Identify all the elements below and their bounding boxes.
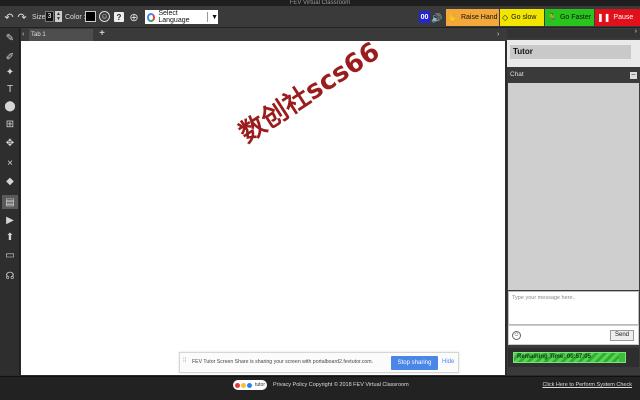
- go-slow-button[interactable]: ◇ Go slow: [500, 9, 544, 26]
- help-button[interactable]: ?: [114, 12, 124, 22]
- remaining-time-text: Remaining Time: 00:57:05: [517, 354, 591, 360]
- tutor-video-panel: Tutor: [507, 40, 640, 67]
- send-button[interactable]: Send: [610, 330, 634, 341]
- go-faster-label: Go Faster: [559, 14, 592, 21]
- chat-actions: ☺ Send: [508, 325, 639, 345]
- drag-handle-icon[interactable]: ⁞⁞: [183, 358, 187, 367]
- panel-scrollbar[interactable]: ›: [507, 28, 640, 38]
- chat-header: Chat –: [507, 69, 640, 81]
- screenshare-message: FEV Tutor Screen Share is sharing your s…: [192, 359, 374, 365]
- chat-title: Chat: [510, 71, 524, 78]
- slow-icon: ◇: [502, 13, 509, 22]
- language-select[interactable]: Select Language ▼: [145, 10, 218, 24]
- tab-bar: ‹ Tab 1 + ›: [21, 28, 507, 41]
- footer: tutor Privacy Policy Copyright © 2018 FE…: [0, 376, 640, 400]
- headset-icon[interactable]: ☊: [2, 269, 18, 283]
- zoom-icon[interactable]: ⊕: [128, 10, 140, 24]
- color-label: Color :: [65, 13, 86, 21]
- whiteboard-tools: ✎ ✐ ✦ T ⬤ ⊞ ✥ × ◆ ▤ ▶ ⬆ ▭ ☊: [0, 28, 20, 375]
- chart-icon[interactable]: ▤: [2, 195, 18, 209]
- pencil-icon[interactable]: ✎: [2, 31, 18, 45]
- upload-icon[interactable]: ⬆: [2, 230, 18, 244]
- shapes-icon[interactable]: ⬤: [2, 99, 18, 113]
- right-panel: › Tutor Chat – Type your message here.. …: [507, 28, 640, 375]
- pause-button[interactable]: ❚❚ Pause: [595, 9, 640, 26]
- tab-1[interactable]: Tab 1: [29, 29, 93, 41]
- raise-hand-button[interactable]: ✋ Raise Hand: [446, 9, 499, 26]
- timer-panel: Remaining Time: 00:57:05: [508, 348, 639, 367]
- go-slow-label: Go slow: [511, 14, 537, 21]
- screen-share-icon[interactable]: ▭: [2, 248, 18, 262]
- hide-button[interactable]: Hide: [442, 359, 454, 365]
- tutor-label: Tutor: [510, 45, 631, 59]
- footer-copyright: Privacy Policy Copyright © 2018 FEV Virt…: [273, 382, 409, 388]
- magic-wand-icon[interactable]: ✦: [2, 65, 18, 79]
- graph-icon[interactable]: ⊞: [2, 117, 18, 131]
- chevron-down-icon: ▼: [211, 13, 218, 21]
- logo-text: tutor: [255, 382, 266, 388]
- video-icon[interactable]: ▶: [2, 213, 18, 227]
- size-value[interactable]: 3: [45, 11, 54, 22]
- highlighter-icon[interactable]: ✐: [2, 50, 18, 64]
- runner-icon: 🏃: [547, 13, 557, 22]
- emoji-icon[interactable]: ☺: [512, 331, 521, 340]
- eraser-icon[interactable]: ◆: [2, 174, 18, 188]
- hand-icon: ✋: [448, 13, 458, 22]
- pause-label: Pause: [613, 14, 634, 21]
- move-icon[interactable]: ✥: [2, 136, 18, 150]
- tab-next-icon[interactable]: ›: [497, 29, 503, 40]
- screenshare-banner: ⁞⁞ FEV Tutor Screen Share is sharing you…: [179, 352, 459, 373]
- tab-prev-icon[interactable]: ‹: [22, 29, 28, 40]
- add-tab-button[interactable]: +: [97, 28, 107, 40]
- pause-icon: ❚❚: [597, 13, 611, 22]
- divider: [207, 12, 209, 22]
- google-translate-icon: [147, 12, 156, 22]
- watermark: 数创社scs66: [234, 41, 386, 150]
- color-swatch[interactable]: [85, 11, 96, 22]
- stop-sharing-button[interactable]: Stop sharing: [391, 356, 438, 370]
- logo-dot: [241, 382, 246, 388]
- language-label: Select Language: [158, 10, 190, 24]
- chat-input[interactable]: Type your message here..: [508, 291, 639, 325]
- redo-icon[interactable]: ↷: [16, 10, 28, 24]
- remaining-time-bar: Remaining Time: 00:57:05: [513, 352, 626, 363]
- scroll-arrow-icon[interactable]: ›: [635, 28, 637, 35]
- footer-logo: tutor: [233, 380, 267, 390]
- collapse-icon[interactable]: –: [630, 71, 637, 79]
- go-faster-button[interactable]: 🏃 Go Faster: [545, 9, 594, 26]
- undo-icon[interactable]: ↶: [3, 10, 15, 24]
- speaker-icon[interactable]: 🔊: [431, 11, 442, 25]
- close-icon[interactable]: ×: [2, 156, 18, 170]
- raise-hand-label: Raise Hand: [460, 14, 498, 21]
- size-stepper[interactable]: ▲ ▼: [55, 11, 62, 22]
- logo-dot: [247, 382, 252, 388]
- chat-messages: [508, 83, 639, 290]
- virtual-classroom-app: FEV Virtual Classroom ↶ ↷ Size: 3 ▲ ▼ Col…: [0, 0, 640, 400]
- student-count-badge: 00: [419, 11, 430, 23]
- text-tool-icon[interactable]: T: [2, 82, 18, 96]
- system-check-link[interactable]: Click Here to Perform System Check: [542, 382, 632, 388]
- top-toolbar: ↶ ↷ Size: 3 ▲ ▼ Color : ☺ ? ⊕ Select Lang…: [0, 6, 640, 28]
- smiley-icon[interactable]: ☺: [99, 11, 110, 22]
- whiteboard-canvas[interactable]: 数创社scs66 ⁞⁞ FEV Tutor Screen Share is sh…: [21, 41, 505, 375]
- logo-dot: [235, 382, 240, 388]
